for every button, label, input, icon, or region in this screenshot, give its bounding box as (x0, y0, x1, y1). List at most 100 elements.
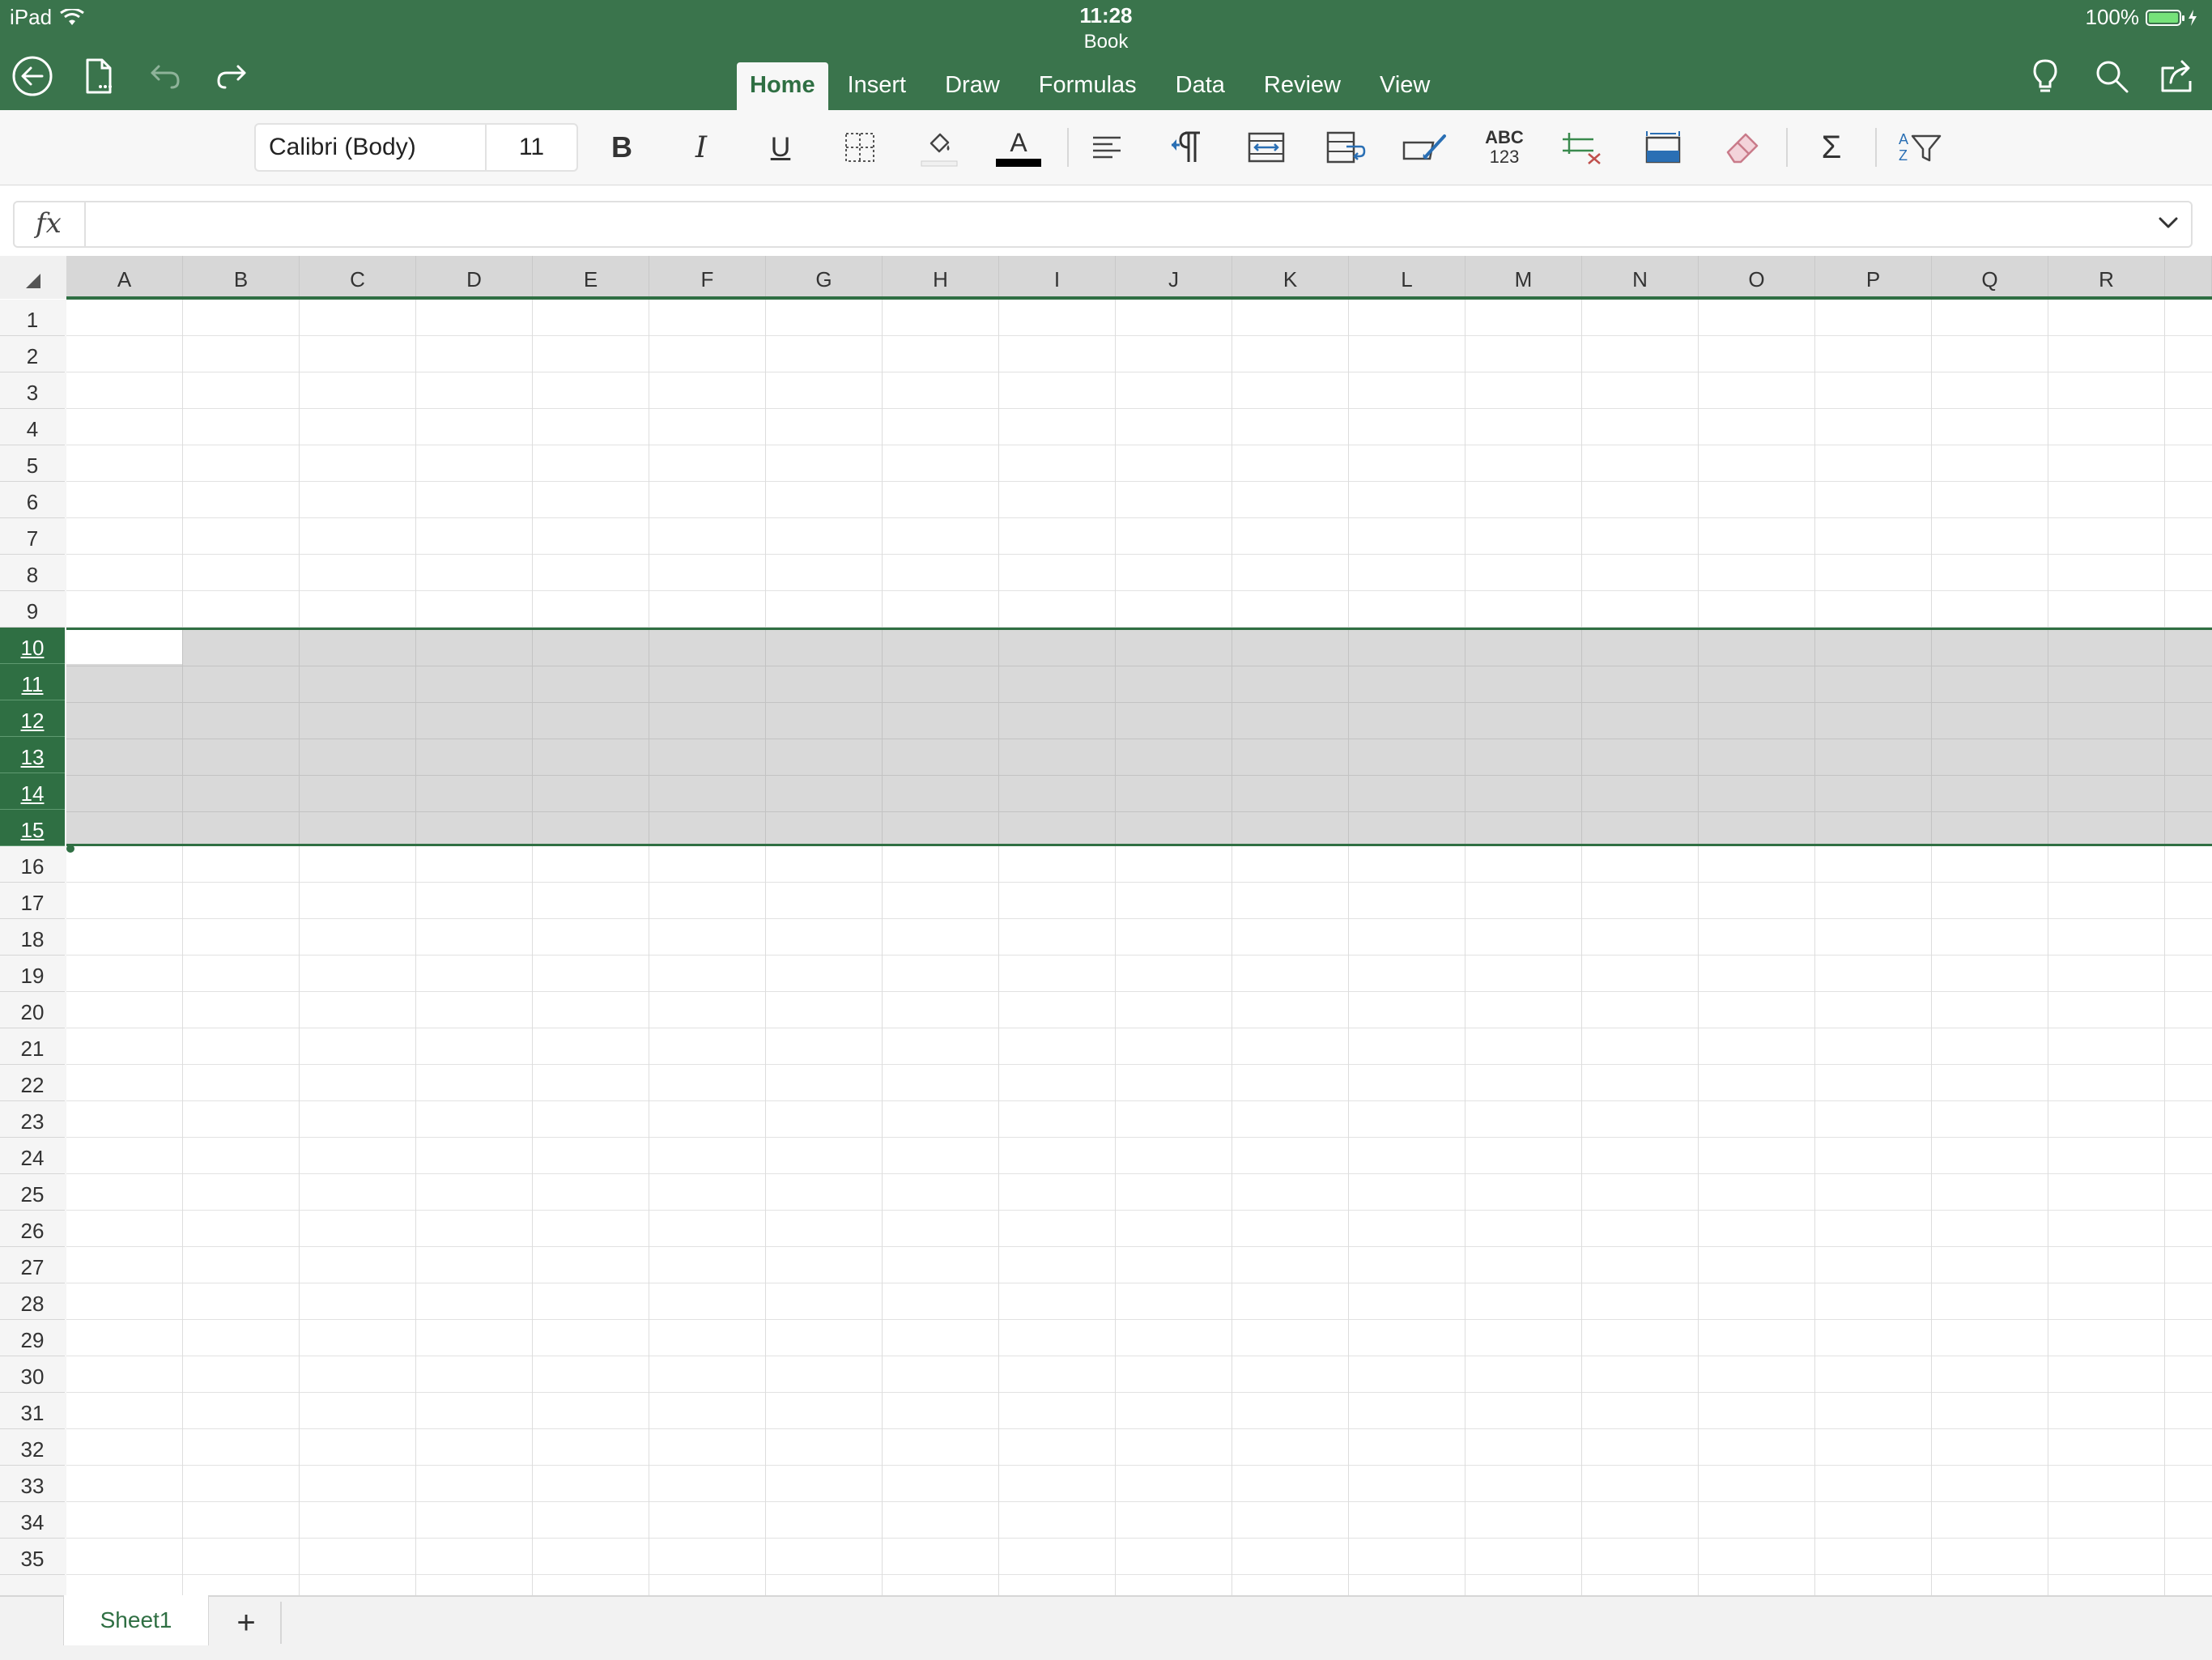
autosum-button[interactable]: Σ (1806, 125, 1857, 170)
italic-button[interactable]: I (675, 125, 727, 170)
sort-filter-button[interactable]: A Z (1895, 125, 1946, 170)
tab-view[interactable]: View (1360, 62, 1449, 110)
row-header-9[interactable]: 9 (0, 591, 65, 628)
column-header-c[interactable]: C (300, 256, 416, 299)
search-button[interactable] (2089, 53, 2134, 99)
row-header-14[interactable]: 14 (0, 773, 65, 810)
share-button[interactable] (2155, 53, 2201, 99)
row-header-27[interactable]: 27 (0, 1247, 65, 1283)
column-header-m[interactable]: M (1465, 256, 1582, 299)
row-header-29[interactable]: 29 (0, 1320, 65, 1356)
column-header-n[interactable]: N (1582, 256, 1699, 299)
format-cells-button[interactable] (1637, 125, 1689, 170)
row-header-13[interactable]: 13 (0, 737, 65, 773)
cell-grid[interactable] (66, 300, 2212, 1595)
row-header-30[interactable]: 30 (0, 1356, 65, 1393)
row-header-11[interactable]: 11 (0, 664, 65, 700)
chevron-down-icon[interactable] (2157, 214, 2180, 232)
ribbon-divider (1875, 128, 1877, 167)
row-header-32[interactable]: 32 (0, 1429, 65, 1466)
formula-input[interactable] (92, 206, 2087, 245)
row-header-25[interactable]: 25 (0, 1174, 65, 1211)
row-header-21[interactable]: 21 (0, 1028, 65, 1065)
row-header-34[interactable]: 34 (0, 1502, 65, 1539)
active-cell[interactable] (66, 630, 182, 664)
column-header-b[interactable]: B (183, 256, 300, 299)
sheet-tab-sheet1[interactable]: Sheet1 (63, 1595, 209, 1645)
redo-button[interactable] (209, 53, 254, 99)
row-header-12[interactable]: 12 (0, 700, 65, 737)
undo-button[interactable] (143, 53, 188, 99)
row-header-31[interactable]: 31 (0, 1393, 65, 1429)
row-header-7[interactable]: 7 (0, 518, 65, 555)
text-direction-button[interactable] (1161, 125, 1213, 170)
row-header-22[interactable]: 22 (0, 1065, 65, 1101)
column-header-o[interactable]: O (1699, 256, 1815, 299)
number-format-button[interactable]: ABC 123 (1478, 125, 1530, 170)
tab-review[interactable]: Review (1244, 62, 1360, 110)
row-header-23[interactable]: 23 (0, 1101, 65, 1138)
column-header-g[interactable]: G (766, 256, 883, 299)
file-button[interactable] (76, 53, 121, 99)
cell-styles-button[interactable] (1399, 125, 1451, 170)
font-color-button[interactable]: A (993, 125, 1044, 170)
row-header-8[interactable]: 8 (0, 555, 65, 591)
column-header-h[interactable]: H (883, 256, 999, 299)
column-header-q[interactable]: Q (1932, 256, 2048, 299)
row-header-2[interactable]: 2 (0, 336, 65, 372)
row-header-10[interactable]: 10 (0, 628, 65, 664)
column-header-r[interactable]: R (2048, 256, 2165, 299)
row-header-4[interactable]: 4 (0, 409, 65, 445)
formula-bar: fx (13, 201, 2193, 248)
row-header-16[interactable]: 16 (0, 846, 65, 883)
row-header-18[interactable]: 18 (0, 919, 65, 956)
tab-formulas[interactable]: Formulas (1019, 62, 1156, 110)
row-header-20[interactable]: 20 (0, 992, 65, 1028)
font-name-dropdown[interactable]: Calibri (Body) (256, 125, 487, 170)
row-header-6[interactable]: 6 (0, 482, 65, 518)
back-button[interactable] (10, 53, 55, 99)
row-header-15[interactable]: 15 (0, 810, 65, 846)
column-header-e[interactable]: E (533, 256, 649, 299)
row-header-19[interactable]: 19 (0, 956, 65, 992)
column-header-f[interactable]: F (649, 256, 766, 299)
wrap-text-button[interactable] (1320, 125, 1372, 170)
row-header-1[interactable]: 1 (0, 300, 65, 336)
row-header-26[interactable]: 26 (0, 1211, 65, 1247)
merge-cells-button[interactable] (1240, 125, 1292, 170)
row-header-33[interactable]: 33 (0, 1466, 65, 1502)
sort-az-label: A (1898, 131, 1908, 147)
underline-button[interactable]: U (755, 125, 806, 170)
row-header-28[interactable]: 28 (0, 1283, 65, 1320)
column-header-d[interactable]: D (416, 256, 533, 299)
tell-me-button[interactable] (2023, 53, 2068, 99)
row-header-3[interactable]: 3 (0, 372, 65, 409)
row-header-24[interactable]: 24 (0, 1138, 65, 1174)
add-sheet-button[interactable]: + (212, 1602, 282, 1644)
column-header-p[interactable]: P (1815, 256, 1932, 299)
tab-data[interactable]: Data (1156, 62, 1244, 110)
font-size-dropdown[interactable]: 11 (487, 125, 576, 170)
selection-handle[interactable] (66, 845, 74, 853)
column-header-i[interactable]: I (999, 256, 1116, 299)
align-button[interactable] (1082, 125, 1134, 170)
column-header-l[interactable]: L (1349, 256, 1465, 299)
column-header-j[interactable]: J (1116, 256, 1232, 299)
column-header-k[interactable]: K (1232, 256, 1349, 299)
insert-delete-button[interactable] (1558, 125, 1610, 170)
selected-range[interactable] (66, 628, 2212, 846)
borders-button[interactable] (834, 125, 886, 170)
tab-draw[interactable]: Draw (925, 62, 1019, 110)
fill-color-button[interactable] (913, 125, 965, 170)
clear-button[interactable] (1716, 125, 1768, 170)
select-all-corner[interactable] (0, 256, 66, 299)
plus-icon: + (236, 1605, 256, 1641)
column-header-a[interactable]: A (66, 256, 183, 299)
row-header-35[interactable]: 35 (0, 1539, 65, 1575)
tab-home[interactable]: Home (737, 62, 828, 110)
bold-button[interactable]: B (596, 125, 648, 170)
column-header-partial[interactable] (2165, 256, 2212, 299)
row-header-17[interactable]: 17 (0, 883, 65, 919)
row-header-5[interactable]: 5 (0, 445, 65, 482)
tab-insert[interactable]: Insert (828, 62, 926, 110)
